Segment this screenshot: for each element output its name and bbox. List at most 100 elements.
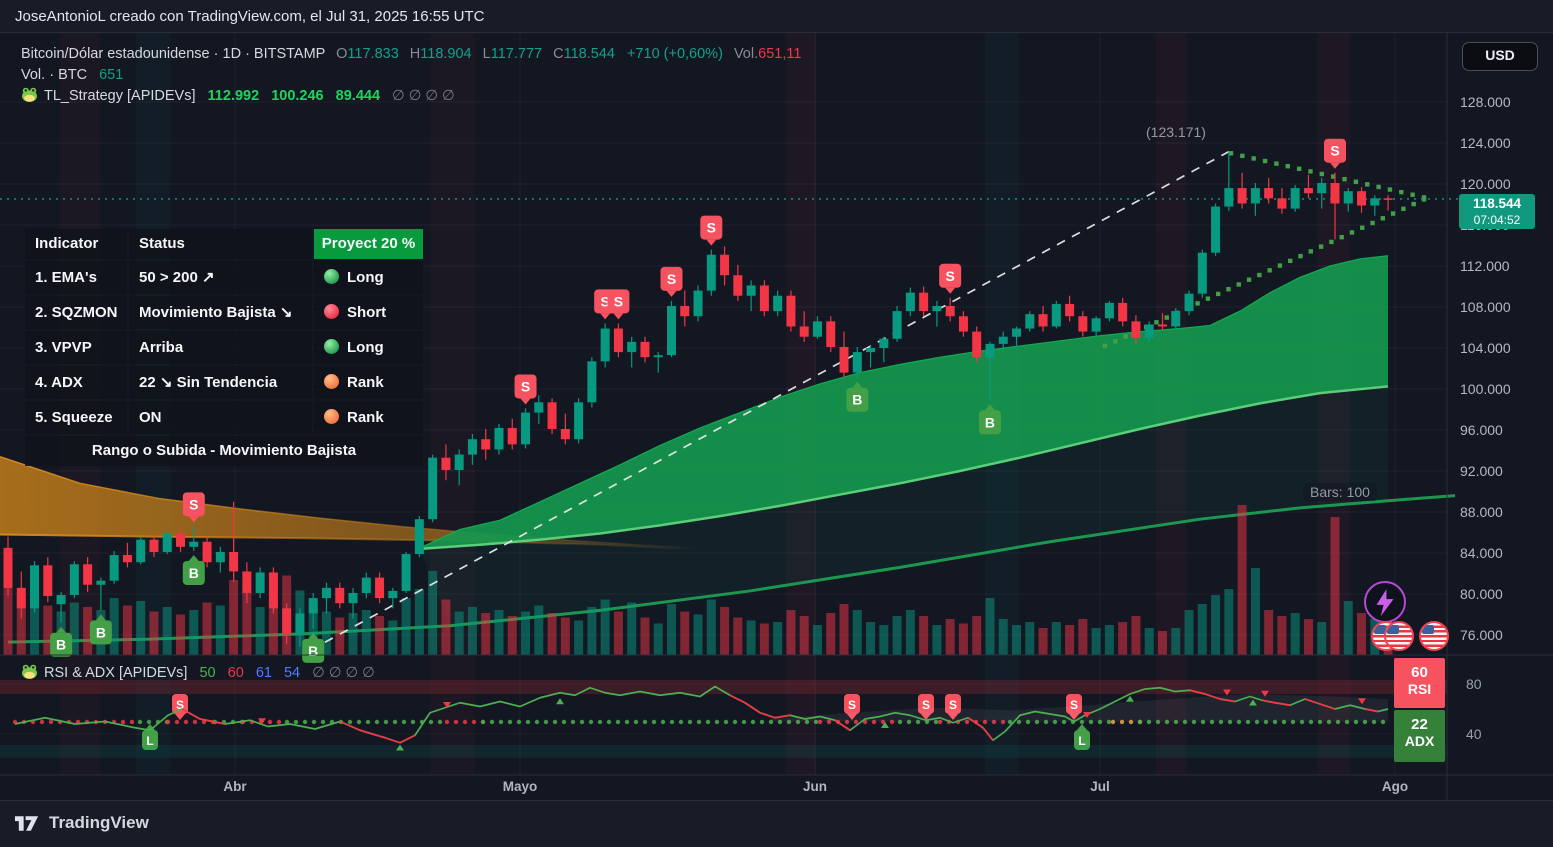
frog-icon [21,87,38,102]
header-status: Status [129,229,312,259]
strategy-value-2: 100.246 [271,88,323,104]
rsi-label: RSI [1394,681,1445,697]
status-dot [324,374,339,389]
export-header-text: JoseAntonioL creado con TradingView.com,… [15,8,484,25]
tradingview-screenshot: { "top_bar": {"text": "JoseAntonioL crea… [0,0,1553,847]
us-flag-event-icon[interactable] [1419,621,1449,651]
adx-value-badge: 22 ADX [1394,710,1445,762]
rsi-legend-empty-values: ∅ ∅ ∅ ∅ [312,665,375,681]
strategy-row: TL_Strategy [APIDEVs] 112.992 100.246 89… [21,86,801,107]
tradingview-brand[interactable]: TradingView [14,811,149,835]
row-signal: Short [314,296,423,329]
rsi-legend-value-4: 54 [284,665,300,681]
table-row-adx: 4. ADX 22 ↘ Sin Tendencia Rank [25,366,423,399]
price-tick-label: 128.000 [1460,94,1511,110]
adx-label: ADX [1394,733,1445,749]
signal-label: Long [347,339,384,356]
price-tick-label: 120.000 [1460,176,1511,192]
trendline-apex-price-label: (123.171) [1146,124,1206,140]
table-header-row: Indicator Status Proyect 20 % [25,229,423,259]
frog-icon [21,664,38,679]
volume-label: Vol. [734,46,758,62]
footer-bar [0,800,1553,847]
strategy-value-1: 112.992 [208,88,260,104]
rsi-tick-label: 40 [1466,726,1482,742]
change-value: +710 (+0,60%) [627,46,723,62]
low-label: L [483,46,491,62]
table-row-vpvp: 3. VPVP Arriba Long [25,331,423,364]
price-tick-label: 104.000 [1460,340,1511,356]
strategy-empty-values: ∅ ∅ ∅ ∅ [392,88,455,104]
row-status: 22 ↘ Sin Tendencia [129,366,312,399]
bars-count-label: Bars: 100 [1303,483,1377,501]
row-status: ON [129,401,312,434]
rsi-tick-label: 80 [1466,676,1482,692]
export-header: JoseAntonioL creado con TradingView.com,… [0,0,1553,33]
signal-label: Rank [347,409,384,426]
event-lightning-icon[interactable] [1364,581,1406,623]
lightning-icon [1368,585,1402,619]
rsi-legend-value-1: 50 [199,665,215,681]
row-name: 5. Squeeze [25,401,127,434]
status-dot [324,304,339,319]
rsi-legend-value-3: 61 [256,665,272,681]
table-row-squeeze: 5. Squeeze ON Rank [25,401,423,434]
flag-canton [1422,625,1434,634]
indicator-status-table: Indicator Status Proyect 20 % 1. EMA's 5… [25,229,423,466]
volume-indicator-title[interactable]: Vol. · BTC [21,67,87,83]
strategy-title[interactable]: TL_Strategy [APIDEVs] [44,88,196,104]
rsi-value: 60 [1394,664,1445,681]
signal-label: Rank [347,374,384,391]
rsi-pane-legend: RSI & ADX [APIDEVs] 50 60 61 54 ∅ ∅ ∅ ∅ [21,663,375,684]
us-flag-event-icon[interactable] [1384,621,1414,651]
currency-toggle-button[interactable]: USD [1462,42,1538,71]
symbol-legend: Bitcoin/Dólar estadounidense · 1D · BITS… [21,44,801,107]
table-row-sqzmon: 2. SQZMON Movimiento Bajista ↘ Short [25,296,423,329]
price-tick-label: 108.000 [1460,299,1511,315]
row-signal: Long [314,261,423,294]
row-name: 3. VPVP [25,331,127,364]
rsi-legend-value-2: 60 [228,665,244,681]
price-tick-label: 84.000 [1460,545,1503,561]
signal-label: Long [347,269,384,286]
price-tick-label: 100.000 [1460,381,1511,397]
symbol-title[interactable]: Bitcoin/Dólar estadounidense · 1D · BITS… [21,46,325,62]
last-price-value: 118.544 [1459,195,1535,213]
flag-canton [1387,625,1399,634]
row-status: Arriba [129,331,312,364]
header-indicator: Indicator [25,229,127,259]
row-name: 2. SQZMON [25,296,127,329]
price-tick-label: 76.000 [1460,627,1503,643]
month-tick-label: Mayo [503,779,538,794]
row-name: 4. ADX [25,366,127,399]
rsi-pane-title[interactable]: RSI & ADX [APIDEVs] [44,665,187,681]
tradingview-logo-icon [14,814,41,833]
row-name: 1. EMA's [25,261,127,294]
high-label: H [410,46,420,62]
price-tick-label: 80.000 [1460,586,1503,602]
row-signal: Rank [314,401,423,434]
time-axis[interactable]: AbrMayoJunJulAgo [0,775,1553,800]
price-tick-label: 112.000 [1460,258,1510,274]
tradingview-brand-text: TradingView [49,813,149,833]
signal-label: Short [347,304,386,321]
close-label: C [553,46,563,62]
price-tick-label: 124.000 [1460,135,1511,151]
price-tick-label: 92.000 [1460,463,1503,479]
adx-value: 22 [1394,716,1445,733]
last-price-badge: 118.544 07:04:52 [1459,194,1535,229]
row-status: 50 > 200 ↗ [129,261,312,294]
high-value: 118.904 [420,46,471,62]
close-value: 118.544 [564,46,615,62]
low-value: 117.777 [491,46,542,62]
status-dot [324,409,339,424]
month-tick-label: Jun [803,779,827,794]
price-axis[interactable]: 128.000124.000120.000116.000112.000108.0… [1447,33,1553,775]
open-label: O [336,46,347,62]
open-value: 117.833 [347,46,398,62]
strategy-value-3: 89.444 [336,88,380,104]
price-tick-label: 96.000 [1460,422,1503,438]
header-proyect: Proyect 20 % [314,229,423,259]
month-tick-label: Abr [223,779,246,794]
status-dot [324,269,339,284]
